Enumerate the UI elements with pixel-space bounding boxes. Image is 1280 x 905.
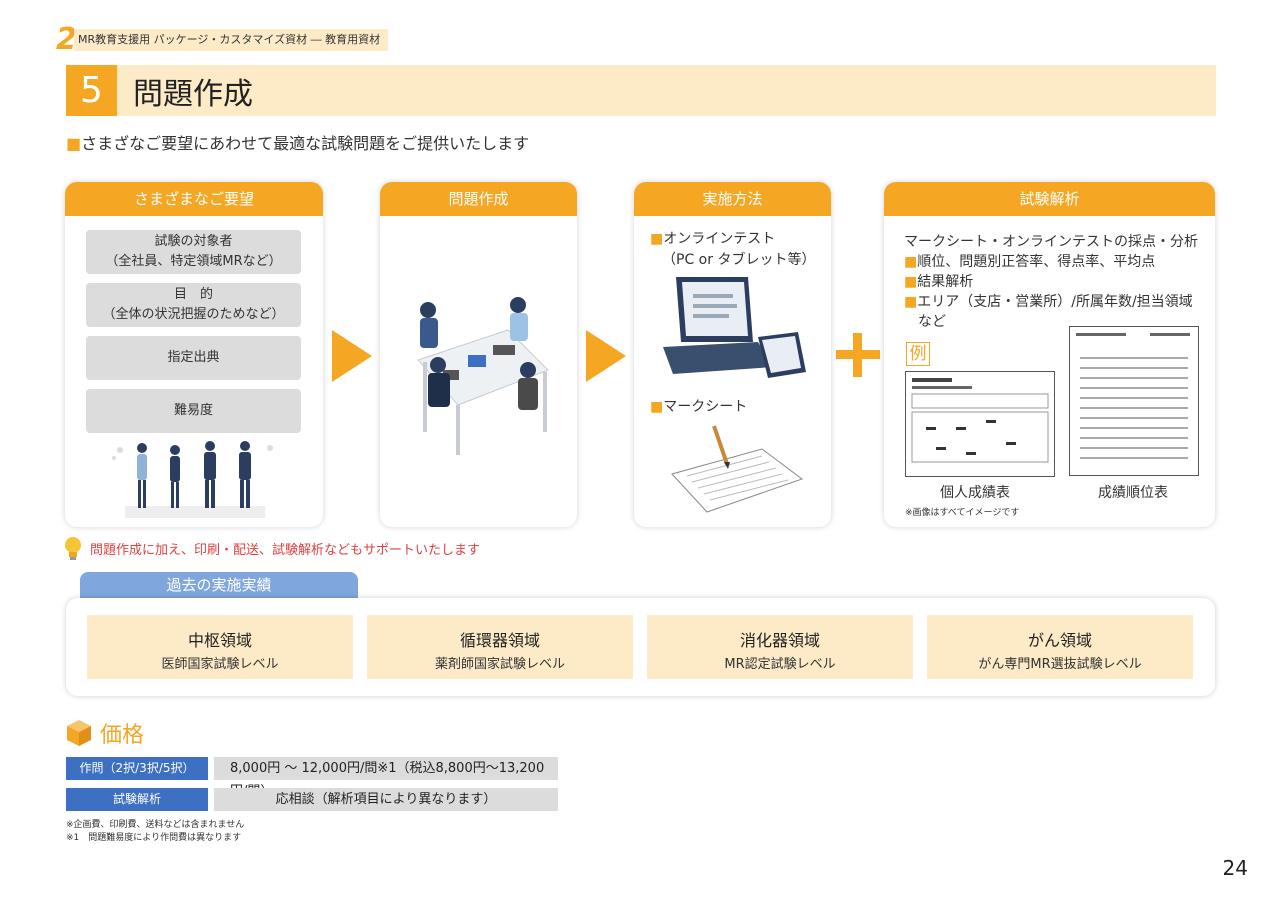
individual-report-image xyxy=(905,371,1055,477)
online-test-label: ■オンラインテスト xyxy=(650,231,776,247)
online-test-sub: （PC or タブレット等） xyxy=(662,252,816,268)
square-bullet-icon: ■ xyxy=(904,274,918,290)
ranking-report-caption: 成績順位表 xyxy=(1098,485,1168,501)
square-bullet-icon: ■ xyxy=(650,399,664,415)
square-bullet-icon: ■ xyxy=(904,254,918,270)
request-item-purpose: 目 的 （全体の状況把握のためなど） xyxy=(86,283,301,327)
analysis-details: マークシート・オンラインテストの採点・分析 ■順位、問題別正答率、得点率、平均点… xyxy=(904,234,1198,330)
arrow-right-icon xyxy=(332,330,372,382)
individual-report-caption: 個人成績表 xyxy=(940,485,1010,501)
past-item-cardio: 循環器領域 薬剤師国家試験レベル xyxy=(367,615,633,679)
price-note-2: ※1 問題難易度により作問費は異なります xyxy=(66,833,242,843)
cube-icon xyxy=(67,720,91,746)
request-item-target: 試験の対象者 （全社員、特定領域MRなど） xyxy=(86,230,301,274)
creation-head: 問題作成 xyxy=(380,182,577,216)
square-bullet-icon: ■ xyxy=(904,294,918,310)
request-item-difficulty: 難易度 xyxy=(86,389,301,433)
method-column: 実施方法 ■オンラインテスト （PC or タブレット等） ■マークシート xyxy=(634,182,831,527)
section-title-bar: 5 問題作成 xyxy=(66,65,1216,116)
arrow-right-icon xyxy=(586,330,626,382)
square-bullet-icon: ■ xyxy=(650,231,664,247)
square-bullet-icon: ■ xyxy=(66,134,82,153)
marksheet-pencil-illustration xyxy=(671,425,804,513)
support-note: 問題作成に加え、印刷・配送、試験解析などもサポートいたします xyxy=(62,535,480,561)
price-label-analysis: 試験解析 xyxy=(66,788,208,811)
creation-column: 問題作成 xyxy=(380,182,577,527)
section-number: 5 xyxy=(66,65,117,116)
past-results-box: 中枢領域 医師国家試験レベル 循環器領域 薬剤師国家試験レベル 消化器領域 MR… xyxy=(66,598,1215,696)
lightbulb-icon xyxy=(65,537,81,560)
request-item-source: 指定出典 xyxy=(86,336,301,380)
past-item-oncology: がん領域 がん専門MR選抜試験レベル xyxy=(927,615,1193,679)
price-heading: 価格 xyxy=(66,717,144,749)
marksheet-label: ■マークシート xyxy=(650,399,748,415)
price-value-question: 8,000円 ～ 12,000円/問※1（税込8,800円～13,200円/問） xyxy=(214,757,558,799)
price-value-analysis: 応相談（解析項目により異なります） xyxy=(214,788,558,811)
past-results-tab: 過去の実施実績 xyxy=(80,572,358,599)
page-number: 24 xyxy=(1222,856,1248,880)
example-badge: 例 xyxy=(906,342,930,366)
ranking-report-image xyxy=(1069,326,1199,476)
image-note: ※画像はすべてイメージです xyxy=(905,508,1020,518)
analysis-head: 試験解析 xyxy=(884,182,1215,216)
past-item-gi: 消化器領域 MR認定試験レベル xyxy=(647,615,913,679)
price-note-1: ※企画費、印刷費、送料などは含まれません xyxy=(66,820,245,830)
laptop-tablet-illustration xyxy=(663,277,806,378)
subtitle: ■さまざなご要望にあわせて最適な試験問題をご提供いたします xyxy=(66,134,530,153)
price-label-question: 作問（2択/3択/5択） xyxy=(66,757,208,780)
page-title: 問題作成 xyxy=(133,76,253,112)
chapter-label: MR教育支援用 パッケージ・カスタマイズ資材 ― 教育用資材 xyxy=(74,29,389,51)
method-head: 実施方法 xyxy=(634,182,831,216)
meeting-table-illustration xyxy=(417,297,549,455)
chapter-number: 2 xyxy=(56,22,77,57)
requests-head: さまざまなご要望 xyxy=(65,182,323,216)
plus-icon xyxy=(836,333,880,377)
past-item-cns: 中枢領域 医師国家試験レベル xyxy=(87,615,353,679)
business-people-illustration xyxy=(112,441,273,518)
analysis-column: 試験解析 マークシート・オンラインテストの採点・分析 ■順位、問題別正答率、得点… xyxy=(884,182,1215,527)
requests-column: さまざまなご要望 試験の対象者 （全社員、特定領域MRなど） 目 的 （全体の状… xyxy=(65,182,323,527)
header-tag: 2 MR教育支援用 パッケージ・カスタマイズ資材 ― 教育用資材 xyxy=(56,22,389,57)
